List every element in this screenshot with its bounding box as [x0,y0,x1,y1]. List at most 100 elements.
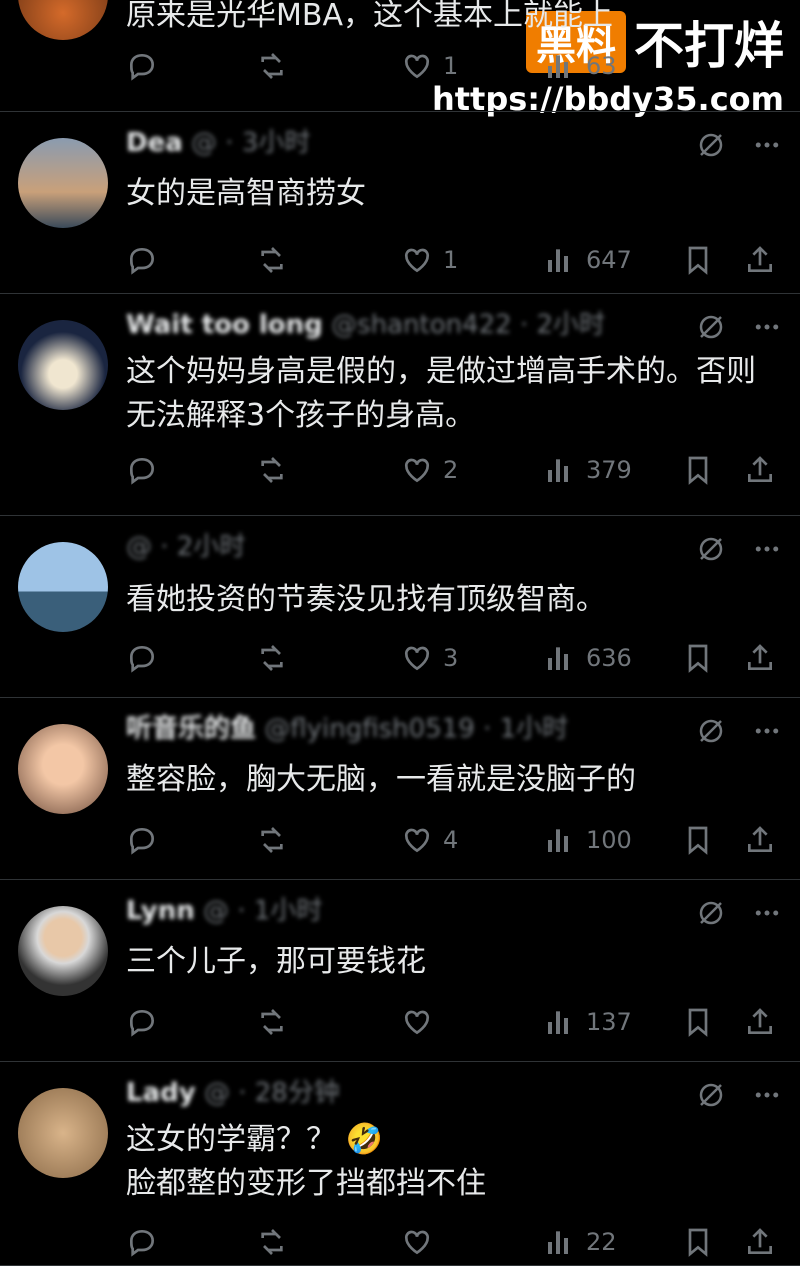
post-time[interactable]: 28分钟 [255,1078,340,1108]
bookmark-button[interactable] [682,1002,714,1042]
post-time[interactable]: 1小时 [254,896,323,926]
more-button[interactable] [752,1080,782,1114]
views-count: 100 [586,826,632,854]
reply-button[interactable] [126,240,158,280]
reply-button[interactable] [126,820,158,860]
more-icon [755,728,779,734]
reply-button[interactable] [126,46,158,86]
more-button[interactable] [752,130,782,164]
views-button[interactable]: 647 [544,240,632,280]
grok-button[interactable] [696,130,726,164]
views-button[interactable]: 636 [544,638,632,678]
more-button[interactable] [752,534,782,568]
share-button[interactable] [744,1222,776,1262]
share-button[interactable] [744,638,776,678]
bookmark-button[interactable] [682,820,714,860]
avatar[interactable] [18,724,108,814]
post-text: 女的是高智商捞女 [126,176,366,211]
retweet-icon [261,53,283,79]
author-name[interactable]: Wait too long [126,310,323,340]
like-button[interactable]: 1 [401,240,458,280]
retweet-button[interactable] [256,1002,288,1042]
views-button[interactable]: 137 [544,1002,632,1042]
share-button[interactable] [744,1002,776,1042]
grok-button[interactable] [696,898,726,932]
share-icon [748,1228,772,1254]
retweet-icon [261,827,283,853]
grok-button[interactable] [696,312,726,346]
like-button[interactable]: 4 [401,820,458,860]
like-button[interactable] [401,1222,443,1262]
post-time[interactable]: 1小时 [500,714,569,744]
reply-button[interactable] [126,1002,158,1042]
views-button[interactable]: 63 [544,46,617,86]
reply-button[interactable] [126,1222,158,1262]
post[interactable]: @ · 2小时 看她投资的节奏没见找有顶级智商。 3 636 [0,516,800,698]
bookmark-button[interactable] [682,450,714,490]
grok-button[interactable] [696,534,726,568]
views-count: 137 [586,1008,632,1036]
author-name[interactable]: 听音乐的鱼 [126,714,256,744]
views-button[interactable]: 379 [544,450,632,490]
retweet-button[interactable] [256,638,288,678]
reply-button[interactable] [126,450,158,490]
views-count: 63 [586,52,617,80]
post[interactable]: Lady @ · 28分钟 这女的学霸？？ 🤣 脸都整的变形了挡都挡不住 22 [0,1062,800,1266]
bookmark-button[interactable] [682,1222,714,1262]
author-handle[interactable]: @ [204,1078,230,1108]
share-button[interactable] [744,450,776,490]
post-header: Lady @ · 28分钟 [126,1078,340,1108]
post[interactable]: Wait too long @shanton422 · 2小时 这个妈妈身高是假… [0,294,800,516]
post-time[interactable]: 3小时 [242,128,311,158]
views-icon [548,55,568,78]
retweet-button[interactable] [256,450,288,490]
share-button[interactable] [744,240,776,280]
post[interactable]: 听音乐的鱼 @flyingfish0519 · 1小时 整容脸，胸大无脑，一看就… [0,698,800,880]
retweet-button[interactable] [256,240,288,280]
avatar[interactable] [18,906,108,996]
retweet-button[interactable] [256,820,288,860]
retweet-button[interactable] [256,46,288,86]
avatar[interactable] [18,1088,108,1178]
author-handle[interactable]: @flyingfish0519 [264,714,475,744]
avatar[interactable] [18,0,108,40]
views-count: 647 [586,246,632,274]
grok-icon [699,1083,723,1107]
avatar[interactable] [18,320,108,410]
author-handle[interactable]: @ [191,128,217,158]
reply-icon [129,457,155,485]
bookmark-icon [688,456,708,485]
author-handle[interactable]: @ [126,532,152,562]
author-name[interactable]: Lady [126,1078,196,1108]
like-button[interactable]: 1 [401,46,458,86]
author-handle[interactable]: @shanton422 [331,310,512,340]
grok-button[interactable] [696,716,726,750]
like-button[interactable]: 3 [401,638,458,678]
heart-icon [404,54,430,79]
avatar[interactable] [18,138,108,228]
author-name[interactable]: Lynn [126,896,195,926]
post-time[interactable]: 2小时 [537,310,606,340]
retweet-button[interactable] [256,1222,288,1262]
share-button[interactable] [744,820,776,860]
like-button[interactable]: 2 [401,450,458,490]
bookmark-button[interactable] [682,240,714,280]
grok-icon [699,133,723,157]
more-button[interactable] [752,716,782,750]
like-button[interactable] [401,1002,443,1042]
more-button[interactable] [752,898,782,932]
author-name[interactable]: Dea [126,128,183,158]
post[interactable]: 原来是光华MBA，这个基本上就能上 1 63 [0,0,800,112]
views-button[interactable]: 100 [544,820,632,860]
post[interactable]: Dea @ · 3小时 女的是高智商捞女 1 647 [0,112,800,294]
post[interactable]: Lynn @ · 1小时 三个儿子，那可要钱花 137 [0,880,800,1062]
grok-button[interactable] [696,1080,726,1114]
author-handle[interactable]: @ [203,896,229,926]
post-time[interactable]: 2小时 [177,532,246,562]
more-button[interactable] [752,312,782,346]
bookmark-button[interactable] [682,638,714,678]
avatar[interactable] [18,542,108,632]
reply-icon [129,247,155,275]
reply-button[interactable] [126,638,158,678]
views-button[interactable]: 22 [544,1222,617,1262]
